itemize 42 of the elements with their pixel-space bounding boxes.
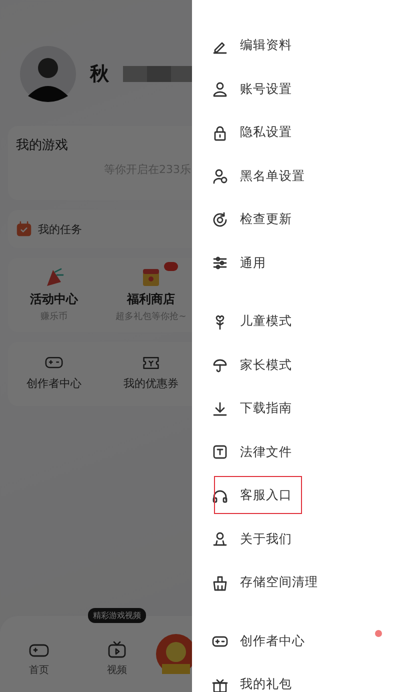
menu-item[interactable]: 黑名单设置 (212, 154, 384, 198)
menu-item[interactable]: 下载指南 (212, 387, 384, 430)
menu-item[interactable]: 账号设置 (212, 68, 384, 111)
shortcut-label: 创作者中心 (26, 376, 82, 391)
menu-item[interactable]: 儿童模式 (212, 300, 384, 344)
menu-item[interactable]: 编辑资料 (212, 24, 384, 68)
menu-item[interactable]: 法律文件 (212, 430, 384, 474)
tv-icon (107, 640, 127, 660)
menu-item[interactable]: 检查更新 (212, 198, 384, 242)
refresh-icon (212, 212, 228, 228)
section-title: 我的任务 (38, 222, 82, 236)
shortcut-item[interactable]: 我的优惠券 (100, 342, 192, 406)
document-icon (212, 444, 228, 460)
ticket-icon (142, 354, 160, 372)
menu-item[interactable]: 存储空间清理 (212, 561, 384, 604)
feature-title: 活动中心 (30, 291, 78, 308)
person-icon (212, 168, 228, 184)
lock-icon (212, 124, 228, 141)
shop-icon (140, 266, 162, 288)
gift-icon (212, 676, 228, 692)
shortcut-item[interactable]: 创作者中心 (8, 342, 100, 406)
menu-item[interactable]: 关于我们 (212, 518, 384, 561)
blurred-name (123, 66, 192, 82)
tooltip: 精彩游戏视频 (88, 608, 146, 623)
feature-title: 福利商店 (127, 291, 175, 308)
calendar-icon (16, 221, 32, 237)
avatar (20, 46, 76, 102)
menu-item[interactable]: 家长模式 (212, 344, 384, 387)
menu-item[interactable]: 我的礼包 (212, 663, 384, 692)
umbrella-icon (212, 357, 228, 374)
menu-item[interactable]: 通用 (212, 242, 384, 285)
download-icon (212, 400, 228, 417)
menu-item[interactable]: 创作者中心 (212, 620, 384, 663)
menu-item[interactable]: 隐私设置 (212, 111, 384, 154)
menu-item[interactable]: 客服入口 (212, 474, 384, 518)
sliders-icon (212, 255, 228, 272)
section-title: 我的游戏 (16, 137, 69, 154)
person-icon (212, 81, 228, 98)
headset-icon (212, 488, 228, 504)
user-name: 秋 (90, 62, 109, 87)
person-icon (212, 531, 228, 548)
shortcut-label: 我的优惠券 (124, 376, 178, 391)
